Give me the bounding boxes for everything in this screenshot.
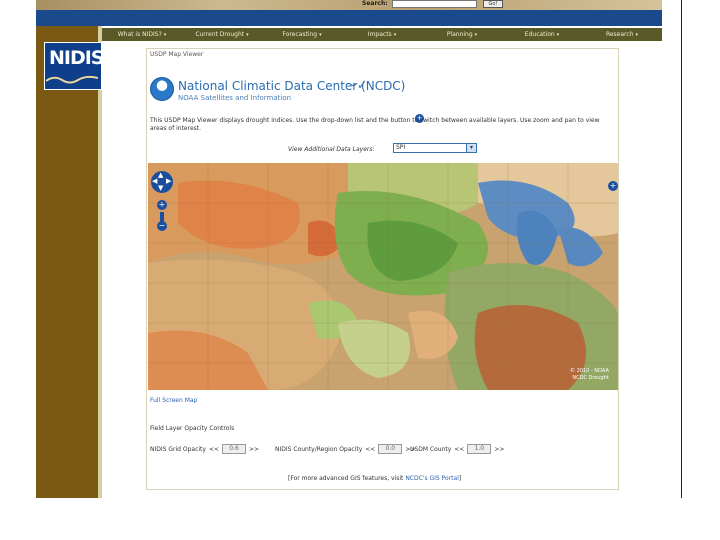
header-banner [36,0,662,10]
nav-label: Impacts [367,31,392,38]
nav-item-planning[interactable]: Planning ▾ [422,28,502,41]
nav-label: Research [605,31,634,38]
page-edge-rule [681,0,682,498]
opacity-input[interactable]: 0.0 [378,444,403,454]
opacity-group: NIDIS Grid Opacity << 0.6 >> [150,444,259,454]
opacity-controls-title: Field Layer Opacity Controls [150,425,235,432]
nav-item-current-drought[interactable]: Current Drought ▾ [182,28,262,41]
panel-title: USDP Map Viewer [150,51,204,58]
org-title: National Climatic Data Center (NCDC) [178,79,406,93]
swoosh-icon: 〜✓ [345,78,368,92]
nidis-logo-text: NIDIS [49,47,104,69]
org-subtitle: NOAA Satellites and Information [178,94,292,102]
map-credit-line: NCDC Drought [572,375,609,381]
chevron-down-icon: ▾ [163,32,167,38]
sidebar-divider [98,26,102,498]
decrease-icon[interactable]: << [454,446,464,453]
drought-map[interactable] [148,163,618,390]
pan-down-icon[interactable]: ▼ [158,184,163,192]
layer-switcher-button[interactable]: + [608,181,618,191]
chevron-down-icon: ▾ [635,32,639,38]
pan-right-icon[interactable]: ▶ [166,177,171,185]
noaa-logo-icon [150,77,174,101]
gis-portal-link[interactable]: NCDC's GIS Portal [405,475,459,482]
chevron-down-icon: ▾ [246,32,249,38]
zoom-out-button[interactable]: − [157,221,167,231]
nav-label: Education [524,31,555,38]
nav-item-education[interactable]: Education ▾ [502,28,582,41]
header-blue-band [36,10,662,26]
increase-icon[interactable]: >> [249,446,259,453]
layer-select-value: SPI [396,144,406,151]
opacity-input[interactable]: 0.6 [222,444,247,454]
footer-suffix: ] [458,475,462,482]
decrease-icon[interactable]: << [365,446,375,453]
chevron-down-icon: ▾ [466,144,476,152]
map-credit-line: © 2010 - NOAA [570,368,609,374]
layer-switch-icon[interactable]: + [415,114,424,123]
intro-text: This USDP Map Viewer displays drought in… [150,117,600,132]
left-sidebar [36,26,98,498]
nav-label: Current Drought [195,31,245,38]
opacity-group: NIDIS County/Region Opacity << 0.0 >> [275,444,415,454]
opacity-input[interactable]: 1.0 [467,444,492,454]
footer-prefix: [For more advanced GIS features, visit [288,475,406,482]
nav-label: Planning [446,31,473,38]
chevron-down-icon: ▾ [556,32,560,38]
chevron-down-icon: ▾ [474,32,478,38]
layer-select[interactable]: SPI ▾ [393,143,477,153]
nav-item-forecasting[interactable]: Forecasting ▾ [262,28,342,41]
search-label: Search: [362,0,388,7]
logo-wave-icon [46,75,98,84]
chevron-down-icon: ▾ [393,32,397,38]
layer-select-label: View Additional Data Layers: [288,146,375,153]
main-nav: What is NIDIS? ▾ Current Drought ▾ Forecas… [102,28,662,41]
opacity-group: USDM County << 1.0 >> [410,444,504,454]
full-screen-link[interactable]: Full Screen Map [150,397,197,404]
increase-icon[interactable]: >> [494,446,504,453]
zoom-in-button[interactable]: + [157,200,167,210]
nav-item-what-is-nidis[interactable]: What is NIDIS? ▾ [102,28,182,41]
decrease-icon[interactable]: << [209,446,219,453]
nav-item-research[interactable]: Research ▾ [582,28,662,41]
nav-label: What is NIDIS? [117,31,162,38]
opacity-label: NIDIS County/Region Opacity [275,445,363,453]
map-credit: © 2010 - NOAA NCDC Drought [570,368,609,382]
pan-up-icon[interactable]: ▲ [158,171,163,179]
nav-item-impacts[interactable]: Impacts ▾ [342,28,422,41]
chevron-down-icon: ▾ [319,32,322,38]
nav-label: Forecasting [282,31,318,38]
footer-note: [For more advanced GIS features, visit N… [288,475,461,482]
search-input[interactable] [392,0,477,8]
go-button[interactable]: Go! [483,0,503,8]
opacity-label: USDM County [410,445,452,453]
map-canvas [148,163,618,390]
pan-left-icon[interactable]: ◀ [152,177,157,185]
opacity-label: NIDIS Grid Opacity [150,445,206,453]
